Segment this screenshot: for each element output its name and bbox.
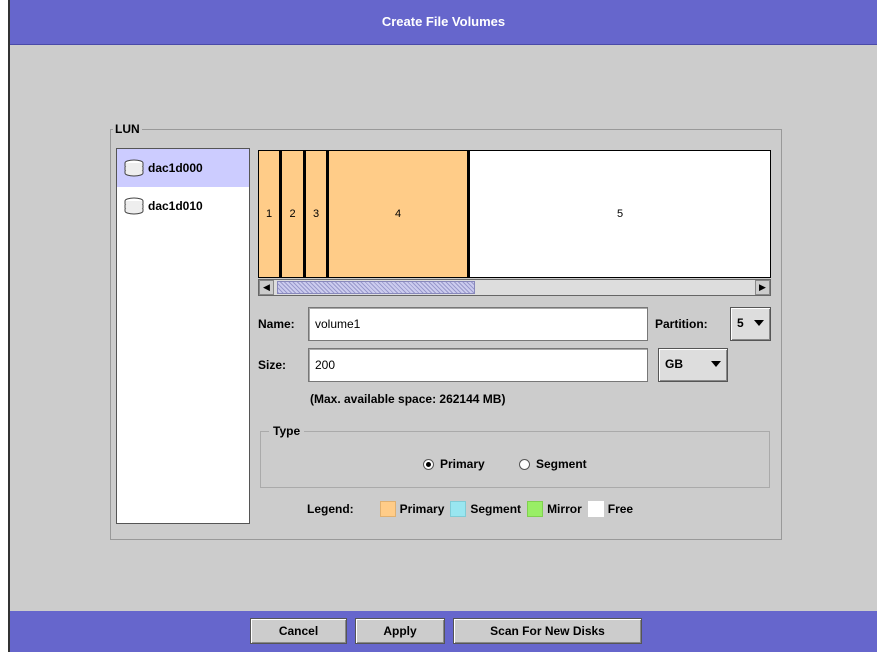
lun-group-label: LUN bbox=[115, 122, 140, 136]
cancel-button[interactable]: Cancel bbox=[250, 618, 347, 644]
size-input[interactable]: 200 bbox=[308, 348, 648, 382]
partition-map: 1 2 3 4 5 bbox=[258, 150, 771, 278]
legend-item-mirror: Mirror bbox=[547, 502, 582, 516]
max-space-text: (Max. available space: 262144 MB) bbox=[310, 392, 506, 406]
partition-segment-label: 2 bbox=[289, 208, 296, 220]
disk-stack-icon bbox=[124, 159, 144, 177]
scan-for-new-disks-button[interactable]: Scan For New Disks bbox=[453, 618, 642, 644]
name-input[interactable]: volume1 bbox=[308, 307, 648, 341]
partition-segment-label: 3 bbox=[312, 208, 320, 220]
legend-swatch-primary bbox=[379, 501, 396, 517]
scroll-left-arrow-icon[interactable]: ◀ bbox=[259, 280, 274, 295]
lun-list[interactable]: dac1d000 dac1d010 bbox=[116, 148, 250, 524]
type-primary-label: Primary bbox=[440, 457, 485, 471]
radio-unselected-icon bbox=[519, 458, 530, 470]
partition-label: Partition: bbox=[655, 317, 708, 331]
legend-item-free: Free bbox=[607, 502, 634, 516]
radio-selected-icon bbox=[423, 458, 434, 470]
partition-segment-5[interactable]: 5 bbox=[470, 151, 770, 277]
legend: Legend: Primary Segment Mirror Free bbox=[307, 498, 633, 520]
legend-item-segment: Segment bbox=[470, 502, 522, 516]
chevron-down-icon bbox=[754, 320, 764, 326]
size-unit-value: GB bbox=[665, 357, 683, 371]
legend-swatch-mirror bbox=[527, 501, 544, 517]
type-segment-label: Segment bbox=[536, 457, 587, 471]
partition-segment-1[interactable]: 1 bbox=[259, 151, 282, 277]
name-label: Name: bbox=[258, 317, 295, 331]
type-segment-radio[interactable]: Segment bbox=[519, 457, 587, 471]
partition-segment-4[interactable]: 4 bbox=[329, 151, 470, 277]
lun-item-label: dac1d000 bbox=[148, 161, 203, 175]
lun-item-label: dac1d010 bbox=[148, 199, 203, 213]
partition-select-value: 5 bbox=[737, 316, 744, 330]
button-bar: Cancel Apply Scan For New Disks bbox=[10, 611, 877, 652]
scroll-right-arrow-icon[interactable]: ▶ bbox=[755, 280, 770, 295]
size-unit-select[interactable]: GB bbox=[658, 348, 728, 382]
chevron-down-icon bbox=[711, 361, 721, 367]
type-primary-radio[interactable]: Primary bbox=[423, 457, 485, 471]
lun-item-dac1d000[interactable]: dac1d000 bbox=[117, 149, 249, 187]
window-title: Create File Volumes bbox=[10, 0, 877, 45]
type-group-label: Type bbox=[273, 424, 301, 438]
partition-segment-3[interactable]: 3 bbox=[306, 151, 329, 277]
legend-swatch-free bbox=[587, 501, 604, 517]
apply-button[interactable]: Apply bbox=[355, 618, 445, 644]
partition-segment-label: 4 bbox=[394, 208, 402, 220]
partition-segment-label: 1 bbox=[265, 208, 273, 220]
disk-stack-icon bbox=[124, 197, 144, 215]
scroll-thumb[interactable] bbox=[277, 281, 475, 294]
type-group: Type bbox=[260, 424, 770, 488]
partition-segment-label: 5 bbox=[616, 208, 624, 220]
size-label: Size: bbox=[258, 358, 287, 372]
lun-item-dac1d010[interactable]: dac1d010 bbox=[117, 187, 249, 225]
legend-label: Legend: bbox=[307, 502, 354, 516]
legend-item-primary: Primary bbox=[399, 502, 445, 516]
partition-scrollbar[interactable]: ◀ ▶ bbox=[258, 279, 771, 296]
dialog-window: Create File Volumes LUN dac1d000 dac1d01… bbox=[8, 0, 877, 652]
partition-select[interactable]: 5 bbox=[730, 307, 771, 341]
partition-segment-2[interactable]: 2 bbox=[282, 151, 306, 277]
legend-swatch-segment bbox=[450, 501, 467, 517]
